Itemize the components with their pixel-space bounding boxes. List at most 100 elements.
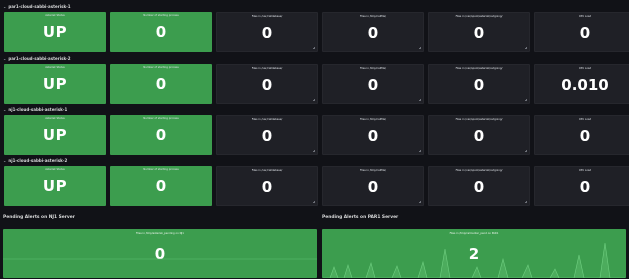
panel-title: Files in /var/calldebase/	[251, 118, 283, 121]
resize-handle-icon[interactable]	[419, 201, 421, 203]
par1-pending-section-title: Pending Alerts on PAR1 Server	[322, 215, 399, 220]
asterisk-status-value: UP	[42, 126, 68, 144]
cpu-load-panel[interactable]: CPU Load 0	[534, 115, 629, 155]
asterisk-status-panel[interactable]: Asterisk Status UP	[4, 64, 106, 104]
row-title: par1-cloud-sabbi-asterisk-2	[8, 56, 71, 61]
row-title: nj1-cloud-sabbi-asterisk-1	[8, 107, 68, 112]
row-header[interactable]: ⌄ nj1-cloud-sabbi-asterisk-2	[3, 157, 67, 164]
chevron-down-icon[interactable]: ⌄	[3, 157, 6, 164]
cpu-load-panel[interactable]: CPU Load 0	[534, 12, 629, 52]
files-callfiles-value: 0	[367, 178, 379, 196]
panel-title: CPU Load	[578, 15, 592, 18]
files-calldebase-panel[interactable]: Files in /var/calldebase/0	[216, 115, 318, 155]
starting-process-panel[interactable]: Number of starting process 0	[110, 12, 212, 52]
files-outgoing-panel[interactable]: Files in /var/spool/asterisk/outgoing/0	[428, 166, 530, 206]
row-header[interactable]: ⌄ par1-cloud-sabbi-asterisk-1	[3, 3, 71, 10]
files-outgoing-panel[interactable]: Files in /var/spool/asterisk/outgoing/0	[428, 64, 530, 104]
resize-handle-icon[interactable]	[313, 201, 315, 203]
cpu-load-value: 0	[579, 24, 591, 42]
panel-title: CPU Load	[578, 118, 592, 121]
nj1-pending-panel[interactable]: Files in /tmp/asterisk_pending on NJ1 0	[3, 229, 317, 278]
panel-title: Files in /var/calldebase/	[251, 67, 283, 70]
cpu-load-panel[interactable]: CPU Load 0	[534, 166, 629, 206]
panel-title: CPU Load	[578, 169, 592, 172]
asterisk-status-panel[interactable]: Asterisk Status UP	[4, 12, 106, 52]
panel-title: Files in /var/calldebase/	[251, 15, 283, 18]
files-outgoing-value: 0	[473, 127, 485, 145]
starting-process-value: 0	[155, 126, 167, 144]
panel-title: Files in /var/spool/asterisk/outgoing/	[455, 118, 503, 121]
nj1-pending-sparkline	[3, 258, 317, 260]
chevron-down-icon[interactable]: ⌄	[3, 55, 6, 62]
panel-title: Number of starting process	[143, 117, 179, 120]
starting-process-panel[interactable]: Number of starting process 0	[110, 166, 212, 206]
files-calldebase-panel[interactable]: Files in /var/calldebase/0	[216, 64, 318, 104]
asterisk-status-panel[interactable]: Asterisk Status UP	[4, 115, 106, 155]
resize-handle-icon[interactable]	[313, 99, 315, 101]
resize-handle-icon[interactable]	[525, 150, 527, 152]
panel-title: Number of starting process	[143, 14, 179, 17]
panel-title: Asterisk Status	[45, 117, 65, 120]
panel-title: Files in /var/calldebase/	[251, 169, 283, 172]
files-outgoing-value: 0	[473, 178, 485, 196]
resize-handle-icon[interactable]	[419, 150, 421, 152]
files-callfiles-panel[interactable]: Files in /tmp/callfile/0	[322, 115, 424, 155]
panel-title: Number of starting process	[143, 66, 179, 69]
resize-handle-icon[interactable]	[525, 201, 527, 203]
panel-title: Asterisk Status	[45, 66, 65, 69]
files-calldebase-value: 0	[261, 127, 273, 145]
files-callfiles-panel[interactable]: Files in /tmp/callfile/0	[322, 64, 424, 104]
asterisk-status-panel[interactable]: Asterisk Status UP	[4, 166, 106, 206]
cpu-load-value: 0	[579, 178, 591, 196]
row-header[interactable]: ⌄ nj1-cloud-sabbi-asterisk-1	[3, 106, 67, 113]
chevron-down-icon[interactable]: ⌄	[3, 3, 6, 10]
starting-process-value: 0	[155, 75, 167, 93]
files-outgoing-value: 0	[473, 24, 485, 42]
files-calldebase-panel[interactable]: Files in /var/calldebase/0	[216, 12, 318, 52]
panel-title: Files in /tmp/callfile/	[360, 15, 386, 18]
starting-process-value: 0	[155, 177, 167, 195]
resize-handle-icon[interactable]	[525, 47, 527, 49]
files-outgoing-panel[interactable]: Files in /var/spool/asterisk/outgoing/0	[428, 12, 530, 52]
resize-handle-icon[interactable]	[419, 99, 421, 101]
asterisk-status-value: UP	[42, 75, 68, 93]
panel-title: Files in /tmp/callfile/	[360, 67, 386, 70]
row-header[interactable]: ⌄ par1-cloud-sabbi-asterisk-2	[3, 55, 71, 62]
panel-title: Asterisk Status	[45, 168, 65, 171]
files-callfiles-value: 0	[367, 76, 379, 94]
resize-handle-icon[interactable]	[313, 150, 315, 152]
files-callfiles-panel[interactable]: Files in /tmp/callfile/0	[322, 12, 424, 52]
files-calldebase-panel[interactable]: Files in /var/calldebase/0	[216, 166, 318, 206]
files-calldebase-value: 0	[261, 24, 273, 42]
panel-title: Files in /tmp/callfile/	[360, 169, 386, 172]
files-callfiles-value: 0	[367, 24, 379, 42]
files-callfiles-value: 0	[367, 127, 379, 145]
files-outgoing-value: 0	[473, 76, 485, 94]
cpu-load-value: 0	[579, 127, 591, 145]
asterisk-status-value: UP	[42, 177, 68, 195]
files-calldebase-value: 0	[261, 178, 273, 196]
panel-title: Files in /var/spool/asterisk/outgoing/	[455, 67, 503, 70]
cpu-load-panel[interactable]: CPU Load 0.010	[534, 64, 629, 104]
files-callfiles-panel[interactable]: Files in /tmp/callfile/0	[322, 166, 424, 206]
cpu-load-value: 0.010	[561, 76, 609, 94]
nj1-pending-section-title: Pending Alerts on NJ1 Server	[3, 215, 75, 220]
panel-title: Files in /var/spool/asterisk/outgoing/	[455, 169, 503, 172]
files-outgoing-panel[interactable]: Files in /var/spool/asterisk/outgoing/0	[428, 115, 530, 155]
par1-pending-sparkline	[322, 242, 626, 278]
panel-title: Files in /var/spool/asterisk/outgoing/	[455, 15, 503, 18]
panel-title: Asterisk Status	[45, 14, 65, 17]
asterisk-status-value: UP	[42, 23, 68, 41]
starting-process-panel[interactable]: Number of starting process 0	[110, 64, 212, 104]
panel-title: Number of starting process	[143, 168, 179, 171]
resize-handle-icon[interactable]	[313, 47, 315, 49]
par1-pending-panel[interactable]: Files in /tmp/callcenter_pend on PAR1 2	[322, 229, 626, 278]
row-title: nj1-cloud-sabbi-asterisk-2	[8, 158, 68, 163]
starting-process-panel[interactable]: Number of starting process 0	[110, 115, 212, 155]
resize-handle-icon[interactable]	[419, 47, 421, 49]
files-calldebase-value: 0	[261, 76, 273, 94]
resize-handle-icon[interactable]	[525, 99, 527, 101]
row-title: par1-cloud-sabbi-asterisk-1	[8, 4, 71, 9]
panel-title: Files in /tmp/callfile/	[360, 118, 386, 121]
chevron-down-icon[interactable]: ⌄	[3, 106, 6, 113]
